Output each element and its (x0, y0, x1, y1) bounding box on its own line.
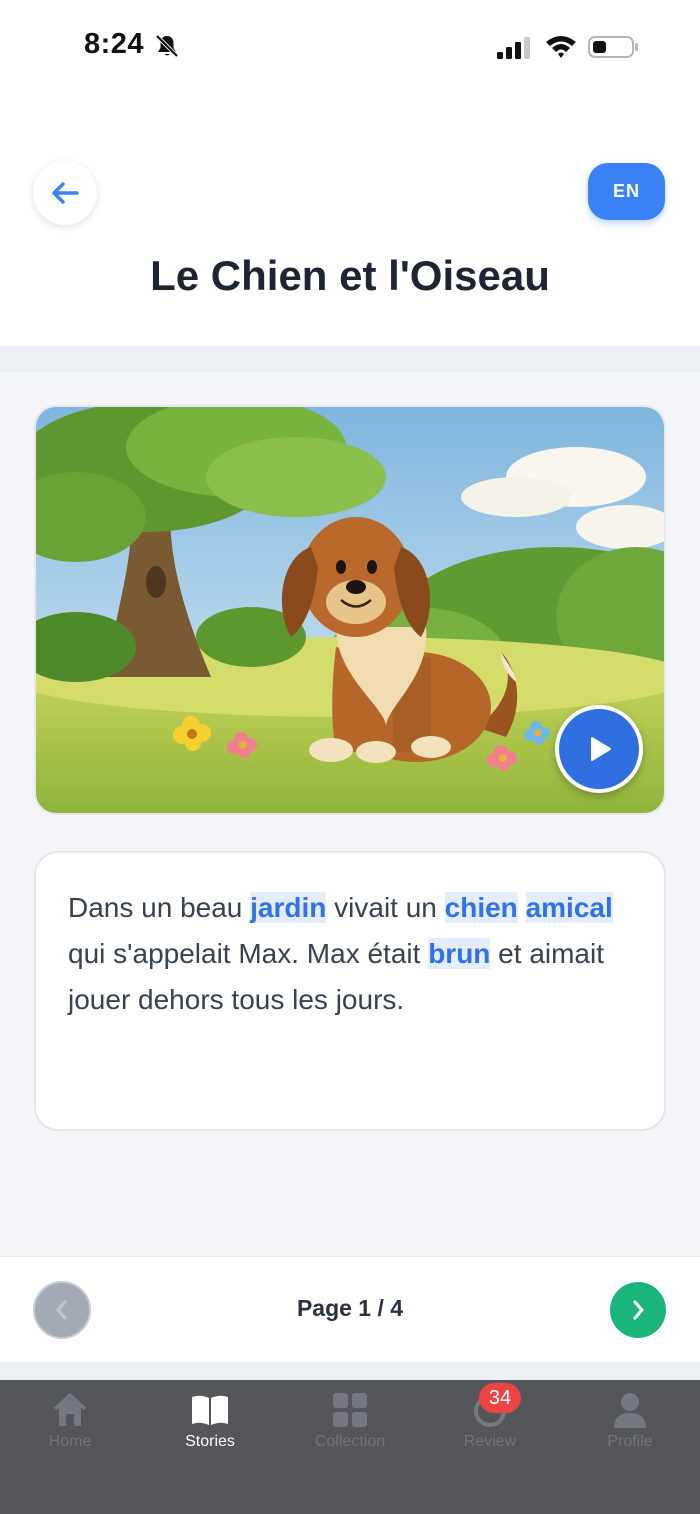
next-page-button[interactable] (610, 1282, 666, 1338)
story-text-segment: vivait un (326, 892, 445, 923)
tab-label: Collection (314, 1433, 386, 1450)
vocab-word-chien[interactable]: chien (444, 892, 518, 923)
battery-icon (588, 36, 638, 58)
header-divider (0, 346, 700, 372)
status-bar: 8:24 (0, 0, 700, 95)
home-icon (53, 1393, 87, 1426)
book-icon (192, 1395, 228, 1425)
status-time: 8:24 (84, 28, 145, 60)
arrow-left-icon (52, 182, 79, 204)
vocab-word-brun[interactable]: brun (428, 938, 491, 969)
vocab-word-jardin[interactable]: jardin (250, 892, 327, 923)
tab-profile[interactable]: Profile (560, 1390, 700, 1460)
grid-icon (333, 1393, 367, 1427)
tab-label: Stories (185, 1433, 235, 1450)
bell-muted-icon (155, 34, 179, 58)
play-audio-button[interactable] (555, 705, 643, 793)
tab-label: Review (463, 1433, 517, 1450)
story-text-card: Dans un beau jardin vivait un chien amic… (34, 851, 666, 1131)
wifi-icon (546, 36, 576, 58)
person-icon (614, 1393, 646, 1428)
page-navigation: Page 1 / 4 (0, 1256, 700, 1363)
story-text-segment: Dans un beau (68, 892, 251, 923)
back-button[interactable] (33, 161, 97, 225)
language-toggle-button[interactable]: EN (588, 163, 665, 220)
tab-collection[interactable]: Collection (280, 1390, 420, 1460)
cellular-signal-icon (497, 37, 530, 59)
bottom-tab-bar: Home Stories Collection Review Profile (0, 1380, 700, 1514)
chevron-right-icon (633, 1300, 644, 1320)
story-title: Le Chien et l'Oiseau (150, 252, 550, 299)
tab-label: Profile (607, 1433, 653, 1450)
page-indicator: Page 1 / 4 (296, 1295, 404, 1321)
review-count-badge: 34 (479, 1383, 521, 1413)
tab-stories[interactable]: Stories (140, 1390, 280, 1460)
story-text-segment: qui s'appelait Max. Max était (68, 938, 429, 969)
vocab-word-amical[interactable]: amical (525, 892, 613, 923)
story-text-segment (518, 892, 526, 923)
tab-label: Home (48, 1433, 92, 1450)
story-header: EN Le Chien et l'Oiseau (0, 95, 700, 346)
pager-divider (0, 1362, 700, 1380)
story-text: Dans un beau jardin vivait un chien amic… (68, 885, 638, 1023)
tab-home[interactable]: Home (0, 1390, 140, 1460)
play-icon (591, 737, 611, 761)
